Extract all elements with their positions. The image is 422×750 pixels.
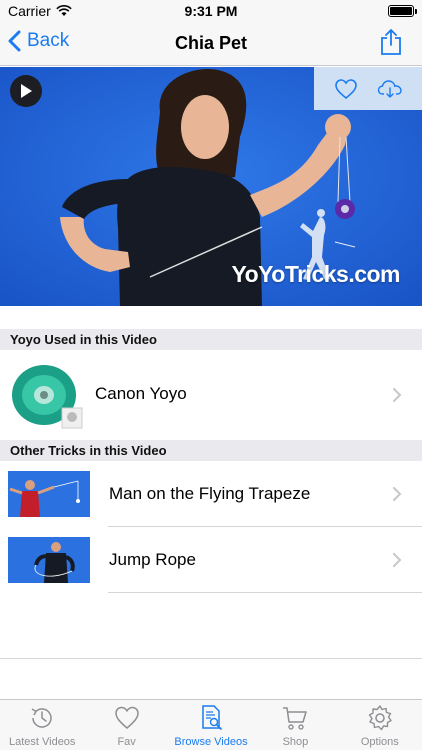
yoyo-name: Canon Yoyo xyxy=(95,384,187,403)
tab-options[interactable]: Options xyxy=(338,700,422,750)
tab-latest-videos[interactable]: Latest Videos xyxy=(0,700,84,750)
document-search-icon xyxy=(202,705,222,730)
navigation-bar: Back Chia Pet xyxy=(0,22,422,66)
share-icon xyxy=(381,29,401,55)
play-icon xyxy=(21,84,32,98)
video-actions xyxy=(314,67,422,110)
tab-fav[interactable]: Fav xyxy=(84,700,168,750)
tab-bar: Latest Videos Fav Browse Videos Shop Opt… xyxy=(0,699,422,750)
yoyo-row[interactable]: Canon Yoyo xyxy=(0,350,422,440)
trick-name: Jump Rope xyxy=(109,550,196,569)
back-button[interactable]: Back xyxy=(8,30,69,52)
tab-shop[interactable]: Shop xyxy=(253,700,337,750)
tab-browse-videos[interactable]: Browse Videos xyxy=(169,700,253,750)
download-button[interactable] xyxy=(377,79,403,99)
tab-label: Latest Videos xyxy=(8,736,76,748)
video-watermark: YoYoTricks.com xyxy=(231,261,400,287)
status-time: 9:31 PM xyxy=(184,3,238,19)
section-header-yoyo: Yoyo Used in this Video xyxy=(0,329,422,350)
trick-image xyxy=(8,537,90,583)
tab-label: Shop xyxy=(282,736,309,748)
section-header-tricks: Other Tricks in this Video xyxy=(0,440,422,461)
tab-label: Options xyxy=(360,736,399,748)
trick-row[interactable]: Jump Rope xyxy=(0,527,422,593)
status-bar: Carrier 9:31 PM xyxy=(0,0,422,22)
trick-thumbnail xyxy=(8,471,90,517)
trick-image xyxy=(8,471,90,517)
yoyo-thumbnail xyxy=(10,360,85,430)
page-title: Chia Pet xyxy=(174,33,248,53)
trick-row[interactable]: Man on the Flying Trapeze xyxy=(0,461,422,527)
history-icon xyxy=(31,708,52,728)
trick-thumbnail xyxy=(8,537,90,583)
chevron-right-icon xyxy=(393,487,402,501)
chevron-right-icon xyxy=(393,553,402,567)
play-button[interactable] xyxy=(10,75,42,107)
share-button[interactable] xyxy=(380,28,402,61)
tab-label: Browse Videos xyxy=(174,736,248,748)
tab-label: Fav xyxy=(117,736,136,748)
cloud-download-icon xyxy=(377,79,402,98)
video-player[interactable]: YoYoTricks.com xyxy=(0,67,422,306)
empty-row xyxy=(0,593,422,659)
back-label: Back xyxy=(27,30,70,51)
chevron-right-icon xyxy=(393,388,402,402)
heart-icon xyxy=(114,706,139,729)
row-divider xyxy=(0,658,422,659)
favorite-button[interactable] xyxy=(334,78,358,100)
cart-icon xyxy=(283,707,308,730)
gear-icon xyxy=(368,705,392,731)
heart-icon xyxy=(334,78,357,99)
chevron-left-icon xyxy=(8,30,21,52)
trick-name: Man on the Flying Trapeze xyxy=(109,484,311,503)
battery-icon xyxy=(388,5,417,17)
yoyo-image xyxy=(10,360,85,430)
